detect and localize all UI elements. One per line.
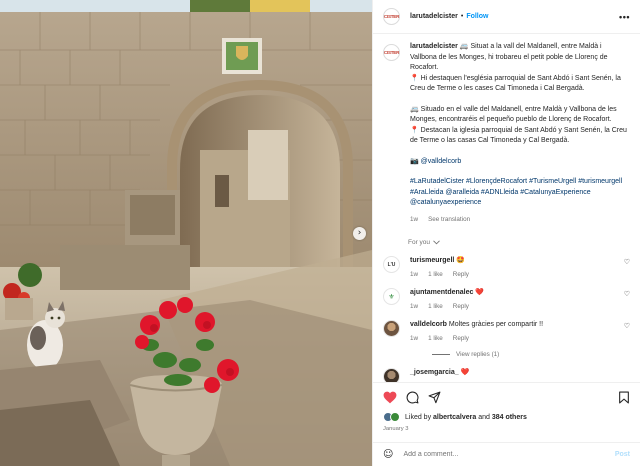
view-replies-label: View replies (1) <box>456 351 500 358</box>
liked-by: Liked by albertcalvera and 384 others <box>383 412 630 422</box>
avatar-initials: L'U <box>387 261 396 268</box>
comment-body: ajuntamentdenalec ❤️ 1w 1 like Reply <box>410 288 620 310</box>
next-photo-button[interactable]: › <box>353 227 366 240</box>
caption-username[interactable]: larutadelcister <box>410 43 458 50</box>
comment-text: 🤩 <box>456 257 466 264</box>
post-photo[interactable]: › <box>0 0 372 466</box>
comment-likes[interactable]: 1 like <box>428 303 443 310</box>
post-side-panel: CISTER larutadelcister • Follow ••• CIST… <box>372 0 640 466</box>
coat-of-arms-icon: ⚜ <box>388 293 395 301</box>
add-comment-bar: ☺ Post <box>373 442 640 466</box>
follow-button[interactable]: Follow <box>466 13 488 20</box>
comment-body: valldelcorb Moltes gràcies per compartir… <box>410 320 620 342</box>
author-avatar[interactable]: CISTER <box>383 8 400 25</box>
comment-meta: 1w 1 like Reply <box>410 335 620 342</box>
comment-time: 1w <box>410 271 419 278</box>
comment-like-icon[interactable]: ♡ <box>620 290 630 310</box>
more-options-icon[interactable]: ••• <box>619 12 630 22</box>
comment-item: L'U turismeurgell 🤩 1w 1 like Reply ♡ <box>383 256 630 278</box>
heart-filled-icon[interactable] <box>383 391 397 404</box>
comment-text-line: ajuntamentdenalec ❤️ <box>410 288 620 298</box>
comment-body: turismeurgell 🤩 1w 1 like Reply <box>410 256 620 278</box>
comment-like-icon[interactable]: ♡ <box>620 258 630 278</box>
commenter-username[interactable]: _josemgarcia_ <box>410 369 459 376</box>
commenter-avatar[interactable]: L'U <box>383 256 400 273</box>
comment-likes[interactable]: 1 like <box>428 271 443 278</box>
comment-meta: 1w 1 like Reply <box>410 303 620 310</box>
caption-author-avatar[interactable]: CISTER <box>383 44 400 61</box>
comment-text-line: turismeurgell 🤩 <box>410 256 620 266</box>
reply-button[interactable]: Reply <box>453 303 469 310</box>
cister-logo: CISTER <box>383 14 400 19</box>
commenter-username[interactable]: turismeurgell <box>410 257 454 264</box>
comment-item: ⚜ ajuntamentdenalec ❤️ 1w 1 like Reply ♡ <box>383 288 630 310</box>
emoji-icon[interactable]: ☺ <box>383 449 393 460</box>
action-icons <box>383 391 630 404</box>
chevron-down-icon <box>433 240 440 245</box>
for-you-label: For you <box>408 239 431 246</box>
bookmark-icon[interactable] <box>618 391 630 404</box>
comment-like-icon[interactable]: ♡ <box>620 322 630 342</box>
commenter-avatar[interactable] <box>383 368 400 382</box>
commenter-avatar[interactable] <box>383 320 400 337</box>
liked-prefix: Liked by <box>405 413 432 421</box>
post-date[interactable]: January 3 <box>383 426 630 432</box>
comments-scroll-area[interactable]: CISTER larutadelcister 🚐 Situat a la val… <box>373 34 640 382</box>
comment-text-line: valldelcorb Moltes gràcies per compartir… <box>410 320 620 330</box>
comment-item: _josemgarcia_ ❤️ <box>383 368 630 382</box>
cister-logo: CISTER <box>383 50 400 55</box>
see-translation-link[interactable]: See translation <box>428 215 470 226</box>
comment-likes[interactable]: 1 like <box>428 335 443 342</box>
post-caption: CISTER larutadelcister 🚐 Situat a la val… <box>383 42 630 225</box>
liked-user[interactable]: albertcalvera <box>433 414 476 421</box>
comment-text-line: _josemgarcia_ ❤️ <box>410 368 630 378</box>
chevron-right-icon: › <box>357 227 362 238</box>
instagram-post: › CISTER larutadelcister • Follow ••• CI… <box>0 0 640 466</box>
caption-meta: 1w See translation <box>410 215 630 226</box>
comment-icon[interactable] <box>406 391 419 404</box>
replies-divider <box>432 354 450 355</box>
liker-avatar <box>390 412 400 422</box>
for-you-filter[interactable]: For you <box>408 239 630 246</box>
commenter-username[interactable]: ajuntamentdenalec <box>410 289 473 296</box>
post-actions: Liked by albertcalvera and 384 others Ja… <box>373 382 640 432</box>
liked-connector: and <box>478 413 490 421</box>
photo-illustration <box>0 0 372 466</box>
share-icon[interactable] <box>428 391 441 404</box>
separator-dot: • <box>460 13 464 20</box>
caption-text: 🚐 Situado en el valle del Maldanell, ent… <box>410 105 617 124</box>
caption-paragraph-1: larutadelcister 🚐 Situat a la vall del M… <box>410 42 630 74</box>
liked-by-text: Liked by albertcalvera and 384 others <box>405 414 527 421</box>
caption-text: 📍 Hi destaquen l'església parroquial de … <box>410 74 621 93</box>
camera-credit[interactable]: 📷 @valldelcorb <box>410 157 630 168</box>
commenter-username[interactable]: valldelcorb <box>410 321 447 328</box>
comment-text: ❤️ <box>460 369 470 376</box>
comment-meta: 1w 1 like Reply <box>410 271 620 278</box>
view-replies-button[interactable]: View replies (1) <box>432 351 630 358</box>
comment-text: ❤️ <box>475 289 485 296</box>
commenter-avatar[interactable]: ⚜ <box>383 288 400 305</box>
comment-time: 1w <box>410 335 419 342</box>
caption-text: 📍 Destacan la iglesia parroquial de Sant… <box>410 126 627 145</box>
comment-item: valldelcorb Moltes gràcies per compartir… <box>383 320 630 342</box>
comment-input[interactable] <box>403 451 615 458</box>
author-username[interactable]: larutadelcister <box>410 13 458 20</box>
likes-count[interactable]: 384 others <box>492 414 527 421</box>
comment-text: Moltes gràcies per compartir !! <box>448 321 544 328</box>
post-header: CISTER larutadelcister • Follow ••• <box>373 0 640 34</box>
hashtags[interactable]: #LaRutadelCister #LlorençdeRocafort #Tur… <box>410 177 630 209</box>
comment-time: 1w <box>410 303 419 310</box>
caption-body: larutadelcister 🚐 Situat a la vall del M… <box>410 42 630 225</box>
reply-button[interactable]: Reply <box>453 335 469 342</box>
reply-button[interactable]: Reply <box>453 271 469 278</box>
comment-body: _josemgarcia_ ❤️ <box>410 368 630 382</box>
post-comment-button[interactable]: Post <box>615 451 630 458</box>
caption-time: 1w <box>410 215 419 223</box>
